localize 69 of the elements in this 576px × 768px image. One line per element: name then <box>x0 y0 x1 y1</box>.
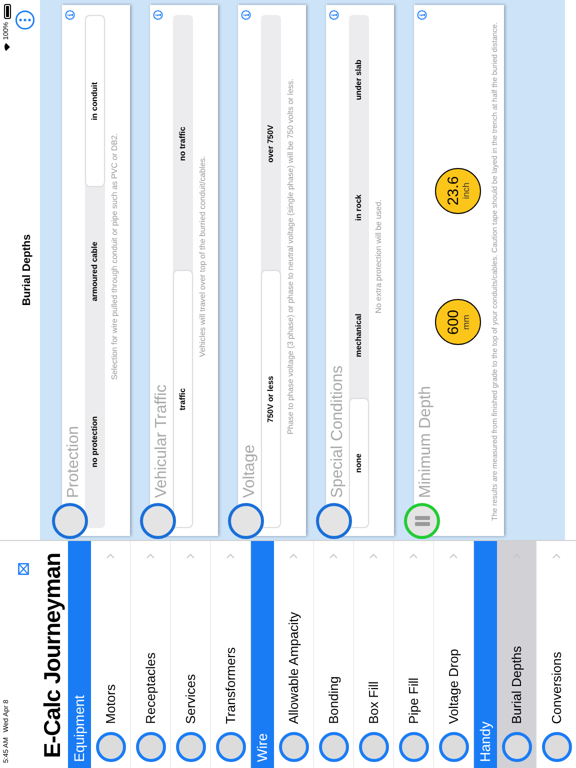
battery-icon <box>4 4 10 19</box>
segment-option[interactable]: armoured cable <box>86 186 104 357</box>
info-icon[interactable] <box>417 10 427 20</box>
segment-option[interactable]: in conduit <box>86 16 104 186</box>
segmented-control[interactable]: none mechanical in rock under slab <box>349 15 369 528</box>
item-label: Burial Depths <box>508 644 525 724</box>
segment-option[interactable]: mechanical <box>350 272 368 400</box>
photo-placeholder <box>318 732 348 762</box>
photo-placeholder <box>136 732 166 762</box>
photo-placeholder <box>358 732 388 762</box>
photo-placeholder <box>316 503 352 539</box>
segment-option[interactable]: over 750V <box>262 16 280 272</box>
info-icon[interactable] <box>241 10 251 20</box>
segment-option[interactable]: in rock <box>350 144 368 272</box>
more-icon[interactable] <box>15 10 35 30</box>
item-label: Receptacles <box>142 651 159 724</box>
info-icon[interactable] <box>153 10 163 20</box>
mail-icon[interactable] <box>18 563 29 575</box>
section-header: Equipment <box>68 541 91 768</box>
card-description: Selection for wire pulled through conduit or pipe such as PVC or DB2. <box>109 132 120 382</box>
item-label: Motors <box>102 683 119 724</box>
photo-placeholder <box>542 732 572 762</box>
item-label: Bonding <box>324 675 342 724</box>
card-title: Voltage <box>240 444 259 498</box>
item-label: Services <box>182 673 199 724</box>
photo-placeholder <box>216 732 246 762</box>
segmented-control[interactable]: no protection armoured cable in conduit <box>85 15 105 528</box>
info-icon[interactable] <box>329 10 339 20</box>
result-unit: inch <box>460 182 470 200</box>
photo-placeholder <box>278 732 308 762</box>
segment-option[interactable]: no protection <box>86 356 104 527</box>
photo-placeholder <box>438 732 468 762</box>
card-title: Minimum Depth <box>416 384 435 498</box>
segment-option[interactable]: 750V or less <box>262 272 280 527</box>
result-unit: mm <box>460 314 470 330</box>
sidebar-item[interactable]: Burial Depths <box>497 541 537 768</box>
app-title: E-Calc Journeyman <box>41 553 64 758</box>
nav-title: Burial Depths <box>20 234 34 306</box>
card-description: Phase to phase voltage (3 phase) or phase to neutral voltage (single phase) will be 750 volts or less. <box>285 78 296 436</box>
photo-placeholder <box>96 732 126 762</box>
card-description: No extra protection will be used. <box>373 198 384 316</box>
item-label: Allowable Ampacity <box>284 611 302 724</box>
photo-placeholder <box>140 503 176 539</box>
item-label: Transformers <box>222 646 239 724</box>
result-value: 600 <box>446 310 460 335</box>
pause-icon <box>404 503 440 539</box>
card-title: Vehicular Traffic <box>152 383 171 498</box>
item-label: Voltage Drop <box>444 648 462 724</box>
card-title: Protection <box>64 424 83 498</box>
section-header: Handy <box>474 541 497 768</box>
info-icon[interactable] <box>65 10 75 20</box>
segment-option[interactable]: traffic <box>174 272 192 527</box>
card-title: Special Conditions <box>328 364 347 498</box>
card-description: Vehicles will travel over top of the burried conduit/cables. <box>197 155 208 359</box>
result-value: 23.6 <box>446 176 460 206</box>
segment-option[interactable]: no traffic <box>174 16 192 272</box>
photo-placeholder <box>52 503 88 539</box>
photo-placeholder <box>228 503 264 539</box>
segmented-control[interactable]: traffic no traffic <box>173 15 193 528</box>
segment-option[interactable]: none <box>350 399 368 527</box>
section-header: Wire <box>251 541 274 768</box>
segment-option[interactable]: under slab <box>350 16 368 144</box>
photo-placeholder <box>502 732 532 762</box>
segmented-control[interactable]: 750V or less over 750V <box>261 15 281 528</box>
item-label: Pipe Fill <box>404 676 422 724</box>
photo-placeholder <box>398 732 428 762</box>
item-label: Conversions <box>548 650 565 724</box>
item-label: Box Fill <box>364 680 382 724</box>
photo-placeholder <box>176 732 206 762</box>
